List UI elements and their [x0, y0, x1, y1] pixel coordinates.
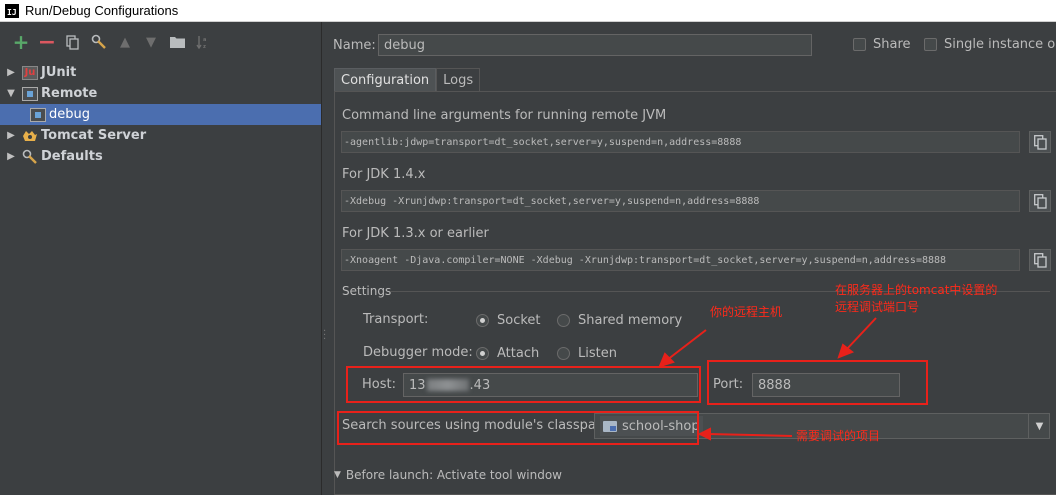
- radio-unselected-icon[interactable]: [557, 347, 570, 360]
- debugger-mode-listen-label: Listen: [578, 346, 617, 361]
- copy-icon: [1033, 252, 1047, 268]
- expand-arrow-icon[interactable]: ▶: [0, 130, 22, 141]
- before-launch-label: Before launch: Activate tool window: [345, 468, 562, 482]
- copy-icon: [1033, 193, 1047, 209]
- tab-configuration[interactable]: Configuration: [334, 68, 437, 91]
- jdk13-label: For JDK 1.3.x or earlier: [342, 226, 489, 241]
- expand-arrow-icon[interactable]: ▶: [0, 67, 22, 78]
- share-label: Share: [873, 37, 911, 52]
- host-annotation-box: [346, 366, 701, 403]
- tree-item-tomcat-server[interactable]: ▶ Tomcat Server: [0, 125, 321, 146]
- module-annotation-box: [337, 411, 699, 445]
- tree-item-label: Defaults: [41, 149, 103, 164]
- name-label: Name:: [333, 37, 376, 53]
- tomcat-icon: [22, 129, 38, 143]
- port-annotation-text-line2: 远程调试端口号: [835, 300, 920, 314]
- tree-item-label: Remote: [41, 86, 98, 101]
- single-instance-checkbox-box[interactable]: [924, 38, 937, 51]
- sidebar-toolbar: + − ▲ ▼ az: [0, 22, 321, 62]
- name-row: Name: debug: [333, 34, 812, 56]
- tree-item-debug[interactable]: debug: [0, 104, 321, 125]
- title-bar: IJ Run/Debug Configurations: [0, 0, 1056, 22]
- move-down-icon[interactable]: ▼: [142, 33, 160, 51]
- jdk13-field[interactable]: -Xnoagent -Djava.compiler=NONE -Xdebug -…: [341, 249, 1020, 271]
- module-annotation-text: 需要调试的项目: [796, 429, 881, 443]
- tree-item-label: Tomcat Server: [41, 128, 147, 143]
- module-dropdown-arrow-icon[interactable]: ▼: [1028, 413, 1050, 439]
- tree-item-junit[interactable]: ▶ Ju JUnit: [0, 62, 321, 83]
- debugger-mode-label: Debugger mode:: [363, 345, 473, 360]
- move-up-icon[interactable]: ▲: [116, 33, 134, 51]
- remote-config-icon: [30, 107, 46, 122]
- junit-icon: Ju: [22, 65, 38, 80]
- edit-defaults-icon[interactable]: [90, 33, 108, 51]
- window-title: Run/Debug Configurations: [25, 3, 179, 18]
- folder-icon[interactable]: [168, 33, 186, 51]
- tree-item-remote[interactable]: ▼ Remote: [0, 83, 321, 104]
- tab-logs[interactable]: Logs: [436, 68, 481, 91]
- debugger-mode-listen-radio[interactable]: Listen: [557, 346, 617, 361]
- single-instance-checkbox[interactable]: Single instance only: [924, 37, 1056, 52]
- host-annotation-text: 你的远程主机: [710, 305, 783, 319]
- remote-icon: [22, 86, 38, 101]
- transport-shared-memory-radio[interactable]: Shared memory: [557, 313, 682, 328]
- debugger-mode-attach-label: Attach: [497, 346, 540, 361]
- cmd-args-label: Command line arguments for running remot…: [342, 108, 667, 123]
- port-annotation-box: [707, 360, 928, 405]
- collapse-arrow-icon[interactable]: ▼: [334, 470, 341, 480]
- settings-group-label: Settings: [342, 284, 392, 298]
- share-checkbox[interactable]: Share: [853, 37, 911, 52]
- collapse-arrow-icon[interactable]: ▼: [0, 88, 22, 99]
- tree-item-label: JUnit: [41, 65, 77, 80]
- svg-text:a: a: [203, 37, 206, 43]
- intellij-app-icon: IJ: [5, 3, 19, 18]
- cmd-args-field[interactable]: -agentlib:jdwp=transport=dt_socket,serve…: [341, 131, 1020, 153]
- tree-item-defaults[interactable]: ▶ Defaults: [0, 146, 321, 167]
- copy-jdk14-button[interactable]: [1029, 190, 1051, 212]
- svg-text:z: z: [203, 44, 206, 49]
- debugger-mode-attach-radio[interactable]: Attach: [476, 346, 539, 361]
- before-launch-section[interactable]: ▼ Before launch: Activate tool window: [334, 468, 562, 482]
- radio-selected-icon[interactable]: [476, 314, 489, 327]
- radio-selected-icon[interactable]: [476, 347, 489, 360]
- transport-socket-label: Socket: [497, 313, 541, 328]
- transport-label: Transport:: [363, 312, 429, 327]
- jdk14-label: For JDK 1.4.x: [342, 167, 426, 182]
- configurations-sidebar: + − ▲ ▼ az ▶ Ju JUnit ▼ Remote debug ▶ T…: [0, 22, 322, 495]
- share-checkbox-box[interactable]: [853, 38, 866, 51]
- defaults-wrench-icon: [22, 149, 38, 164]
- transport-shared-memory-label: Shared memory: [578, 313, 683, 328]
- port-annotation-text-line1: 在服务器上的tomcat中设置的: [835, 283, 998, 297]
- transport-socket-radio[interactable]: Socket: [476, 313, 541, 328]
- tree-item-label: debug: [49, 107, 90, 122]
- sort-icon[interactable]: az: [194, 33, 212, 51]
- single-instance-label: Single instance only: [944, 37, 1056, 52]
- remove-icon[interactable]: −: [38, 30, 56, 55]
- copy-icon[interactable]: [64, 33, 82, 51]
- copy-icon: [1033, 134, 1047, 150]
- expand-arrow-icon[interactable]: ▶: [0, 151, 22, 162]
- name-field[interactable]: debug: [378, 34, 812, 56]
- copy-cmd-button[interactable]: [1029, 131, 1051, 153]
- jdk14-field[interactable]: -Xdebug -Xrunjdwp:transport=dt_socket,se…: [341, 190, 1020, 212]
- add-icon[interactable]: +: [12, 30, 30, 54]
- config-tabs: Configuration Logs: [334, 68, 481, 91]
- copy-jdk13-button[interactable]: [1029, 249, 1051, 271]
- radio-unselected-icon[interactable]: [557, 314, 570, 327]
